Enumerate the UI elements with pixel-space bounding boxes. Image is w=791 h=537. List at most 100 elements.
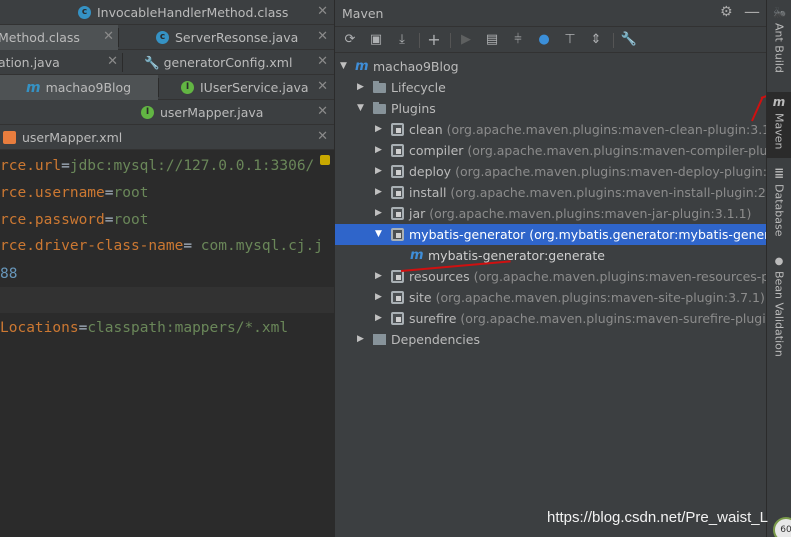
plugin-icon [391, 207, 404, 220]
plugin-icon [391, 165, 404, 178]
maven-toolbar: ⟳ ▣ ⤓ + ▶ ▤ ⫩ ● ⊤ ⇕ 🔧 [335, 28, 766, 53]
collapsed-arrow-icon[interactable]: ▶ [357, 77, 367, 98]
tab-generator-config[interactable]: 🔧 generatorConfig.xml ✕ [123, 50, 334, 75]
collapsed-arrow-icon[interactable]: ▶ [375, 266, 385, 287]
plugin-icon [391, 123, 404, 136]
close-tab-icon[interactable]: ✕ [103, 29, 114, 44]
ant-icon: 🐜 [772, 6, 786, 19]
collapsed-arrow-icon[interactable]: ▶ [375, 182, 385, 203]
tool-window-strip: 🐜 Ant Build m Maven ≣ Database ● Bean Va… [766, 0, 791, 537]
skip-tests-icon[interactable]: ⊤ [561, 31, 579, 49]
interface-icon: I [181, 81, 194, 94]
warning-marker-icon [320, 155, 330, 165]
collapsed-arrow-icon[interactable]: ▶ [375, 203, 385, 224]
editor-area: c InvocableHandlerMethod.class ✕ Method.… [0, 0, 334, 537]
toggle-offline-icon[interactable]: ⫩ [509, 31, 527, 49]
bean-validation-tab[interactable]: ● Bean Validation [767, 256, 791, 366]
gear-icon[interactable]: ⚙ [720, 4, 733, 20]
tab-server-resonse[interactable]: c ServerResonse.java ✕ [119, 25, 334, 50]
editor-tab-row-5: I userMapper.java ✕ [0, 100, 334, 125]
tree-node-plugin-selected[interactable]: ▼ mybatis-generator (org.mybatis.generat… [335, 224, 766, 245]
folder-icon [373, 81, 386, 93]
plugin-icon [391, 270, 404, 283]
maven-project-icon: m [355, 59, 369, 74]
editor-tab-row-4: m machao9Blog I IUserService.java ✕ [0, 75, 334, 100]
lifecycle-icon[interactable]: ● [535, 31, 553, 49]
tree-node-lifecycle[interactable]: ▶ Lifecycle [335, 77, 766, 98]
code-line: 88 [0, 266, 18, 282]
collapsed-arrow-icon[interactable]: ▶ [375, 287, 385, 308]
tab-method-class[interactable]: Method.class ✕ [0, 25, 118, 50]
close-tab-icon[interactable]: ✕ [317, 4, 328, 19]
wrench-icon: 🔧 [144, 54, 160, 70]
run-icon[interactable]: ▶ [457, 31, 475, 49]
close-tab-icon[interactable]: ✕ [317, 104, 328, 119]
ant-build-tab[interactable]: 🐜 Ant Build [767, 6, 791, 86]
tree-node-plugin[interactable]: ▶ jar (org.apache.maven.plugins:maven-ja… [335, 203, 766, 224]
code-line: rce.driver-class-name= com.mysql.cj.j [0, 238, 324, 254]
minimize-icon[interactable]: — [744, 2, 760, 21]
tree-node-plugin[interactable]: ▶ compiler (org.apache.maven.plugins:mav… [335, 140, 766, 161]
plugin-icon [391, 144, 404, 157]
tree-node-plugin[interactable]: ▶ clean (org.apache.maven.plugins:maven-… [335, 119, 766, 140]
import-icon[interactable]: ▣ [367, 31, 385, 49]
database-icon: ≣ [773, 166, 785, 180]
tab-user-mapper-java[interactable]: I userMapper.java ✕ [0, 100, 334, 125]
collapsed-arrow-icon[interactable]: ▶ [375, 140, 385, 161]
tab-user-mapper-xml[interactable]: userMapper.xml ✕ [0, 125, 334, 150]
editor-tab-row-6: userMapper.xml ✕ [0, 125, 334, 150]
code-line: rce.username=root [0, 185, 149, 201]
tree-node-plugin[interactable]: ▶ surefire (org.apache.maven.plugins:mav… [335, 308, 766, 329]
tree-node-dependencies[interactable]: ▶ Dependencies [335, 329, 766, 350]
plugin-icon [391, 291, 404, 304]
settings-wrench-icon[interactable]: 🔧 [620, 31, 638, 49]
collapsed-arrow-icon[interactable]: ▶ [375, 308, 385, 329]
tree-node-plugins[interactable]: ▼ Plugins [335, 98, 766, 119]
expanded-arrow-icon[interactable]: ▼ [357, 98, 367, 119]
plugin-icon [391, 228, 404, 241]
interface-icon: I [141, 106, 154, 119]
maven-goal-icon: m [410, 248, 424, 263]
tab-invocable-handler-method[interactable]: c InvocableHandlerMethod.class ✕ [0, 0, 334, 25]
close-tab-icon[interactable]: ✕ [107, 54, 118, 69]
tab-machao9blog[interactable]: m machao9Blog [0, 75, 158, 100]
maven-panel: Maven ⚙ — ⟳ ▣ ⤓ + ▶ ▤ ⫩ ● ⊤ ⇕ 🔧 ▼ m mach… [334, 0, 766, 537]
plugin-icon [391, 312, 404, 325]
tab-ation-java[interactable]: ation.java ✕ [0, 50, 122, 75]
plugin-icon [391, 186, 404, 199]
collapse-all-icon[interactable]: ⇕ [587, 31, 605, 49]
tree-node-root[interactable]: ▼ m machao9Blog [335, 56, 766, 77]
expanded-arrow-icon[interactable]: ▼ [340, 56, 350, 77]
close-tab-icon[interactable]: ✕ [317, 54, 328, 69]
database-tab[interactable]: ≣ Database [767, 166, 791, 246]
close-tab-icon[interactable]: ✕ [317, 79, 328, 94]
dependencies-icon [373, 334, 386, 345]
close-tab-icon[interactable]: ✕ [317, 29, 328, 44]
code-line: Locations=classpath:mappers/*.xml [0, 320, 289, 336]
maven-panel-header: Maven ⚙ — [335, 0, 766, 27]
close-tab-icon[interactable]: ✕ [317, 129, 328, 144]
tree-node-plugin[interactable]: ▶ deploy (org.apache.maven.plugins:maven… [335, 161, 766, 182]
maven-icon: m [26, 79, 41, 96]
add-icon[interactable]: + [425, 31, 443, 49]
download-icon[interactable]: ⤓ [393, 31, 411, 49]
tree-node-plugin[interactable]: ▶ install (org.apache.maven.plugins:mave… [335, 182, 766, 203]
editor-tab-row-3: ation.java ✕ 🔧 generatorConfig.xml ✕ [0, 50, 334, 75]
tree-node-plugin[interactable]: ▶ site (org.apache.maven.plugins:maven-s… [335, 287, 766, 308]
expanded-arrow-icon[interactable]: ▼ [375, 224, 385, 245]
editor-tab-row-2: Method.class ✕ c ServerResonse.java ✕ [0, 25, 334, 50]
notification-badge: 60 [773, 517, 791, 537]
run-config-icon[interactable]: ▤ [483, 31, 501, 49]
collapsed-arrow-icon[interactable]: ▶ [375, 161, 385, 182]
panel-title: Maven [342, 6, 384, 21]
maven-tab[interactable]: m Maven [767, 92, 791, 158]
tab-iuser-service[interactable]: I IUserService.java ✕ [159, 75, 334, 100]
collapsed-arrow-icon[interactable]: ▶ [357, 329, 367, 350]
folder-icon [373, 102, 386, 114]
tree-node-plugin[interactable]: ▶ resources (org.apache.maven.plugins:ma… [335, 266, 766, 287]
class-icon: c [78, 6, 91, 19]
collapsed-arrow-icon[interactable]: ▶ [375, 119, 385, 140]
current-code-line [0, 287, 334, 313]
refresh-icon[interactable]: ⟳ [341, 31, 359, 49]
tree-node-goal[interactable]: m mybatis-generator:generate [335, 245, 766, 266]
